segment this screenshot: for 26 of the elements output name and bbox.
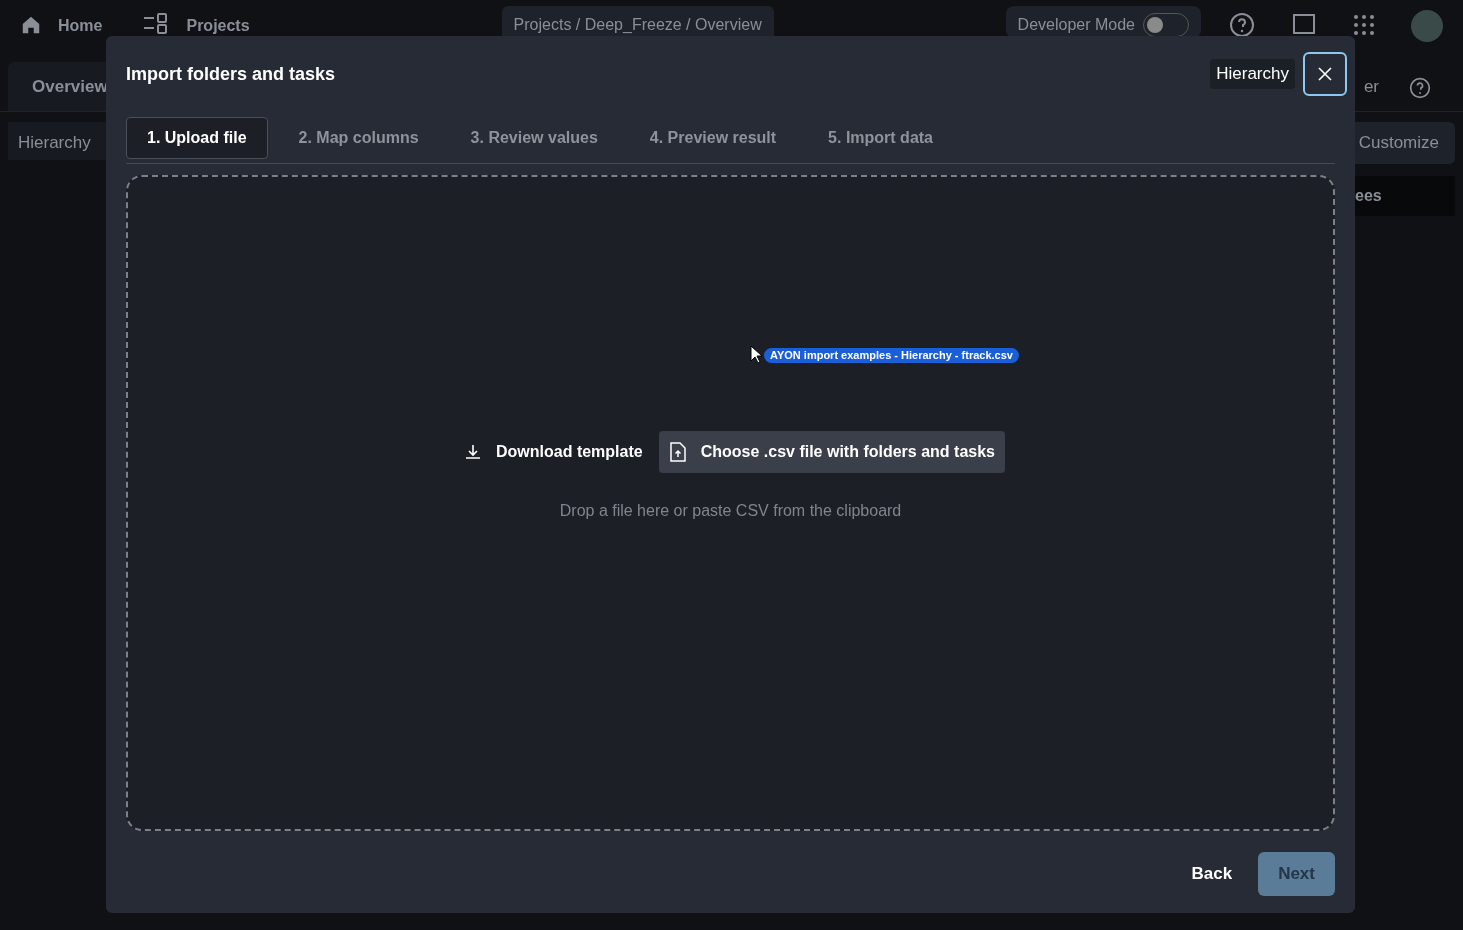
- step-tab[interactable]: 5. Import data: [807, 116, 954, 159]
- breadcrumb: Projects / Deep_Freeze / Overview: [501, 6, 774, 38]
- download-icon: [464, 443, 482, 461]
- step-tab[interactable]: 4. Preview result: [628, 116, 798, 159]
- cursor-icon: [750, 345, 764, 365]
- step-tab[interactable]: 2. Map columns: [277, 116, 440, 159]
- close-button[interactable]: [1303, 52, 1347, 96]
- home-link[interactable]: Home: [58, 14, 103, 38]
- help-icon[interactable]: [1229, 12, 1255, 38]
- drop-hint: Drop a file here or paste CSV from the clipboard: [559, 501, 902, 521]
- apps-grid-icon[interactable]: [1353, 14, 1375, 36]
- file-upload-icon: [668, 442, 687, 462]
- tooltip: Hierarchy: [1210, 59, 1295, 89]
- step-tab[interactable]: 3. Review values: [449, 116, 619, 159]
- drop-zone[interactable]: AYON import examples - Hierarchy - ftrack.csv Download template Choose .csv file with folders and tasks Drop a file here or paste CSV from the clipboard: [126, 175, 1335, 831]
- projects-link[interactable]: Projects: [186, 14, 250, 38]
- step-tab[interactable]: 1. Upload file: [126, 116, 268, 159]
- download-template-button[interactable]: Download template: [456, 432, 651, 472]
- choose-file-button[interactable]: Choose .csv file with folders and tasks: [658, 431, 1005, 473]
- help-icon[interactable]: [1409, 77, 1431, 99]
- dragged-file-label: AYON import examples - Hierarchy - ftrack.csv: [764, 347, 1019, 363]
- back-button[interactable]: Back: [1177, 853, 1247, 895]
- tab-label[interactable]: er: [1363, 73, 1379, 99]
- close-icon: [1318, 67, 1332, 81]
- home-icon[interactable]: [20, 14, 42, 36]
- developer-mode-label: Developer Mode: [1017, 15, 1135, 35]
